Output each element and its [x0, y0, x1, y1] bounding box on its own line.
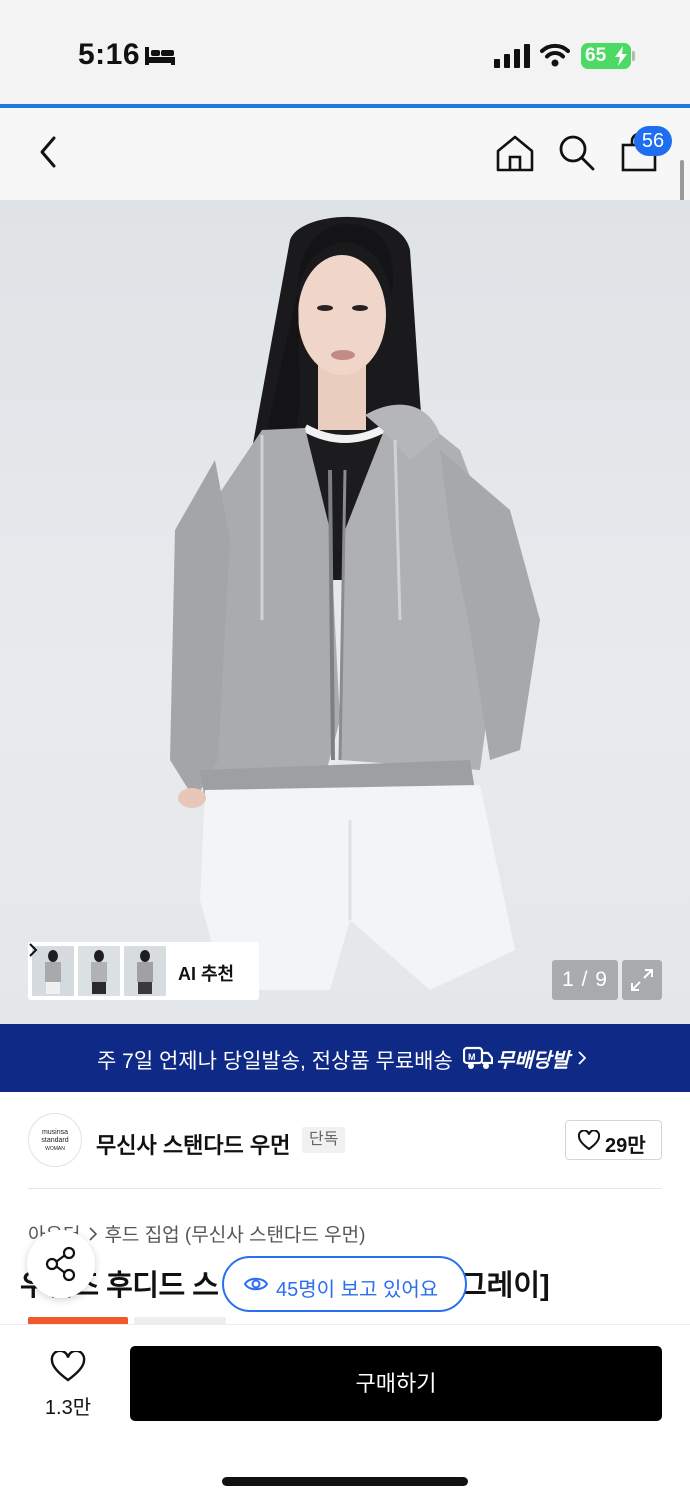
- brand-name[interactable]: 무신사 스탠다드 우먼: [96, 1128, 290, 1160]
- product-gallery[interactable]: AI 추천 1 / 9: [0, 200, 690, 1024]
- wishlist-count: 1.3만: [44, 1397, 92, 1419]
- expand-button[interactable]: [622, 960, 662, 1000]
- search-icon[interactable]: [556, 132, 596, 172]
- cart-count-badge: 56: [634, 126, 672, 156]
- delivery-banner[interactable]: 주 7일 언제나 당일발송, 전상품 무료배송 M 무배당발: [0, 1024, 690, 1092]
- brand-logo-line: standard: [41, 1137, 69, 1144]
- back-arrow-icon[interactable]: [32, 130, 66, 174]
- live-viewers-text: 45명이 보고 있어요: [276, 1279, 439, 1301]
- thumbnail-image: [78, 946, 120, 996]
- delivery-truck-icon: M: [463, 1046, 493, 1069]
- ai-thumbnail-2[interactable]: [78, 946, 120, 996]
- bed-icon: [145, 47, 175, 65]
- bottom-action-bar: 1.3만 구매하기: [0, 1324, 690, 1500]
- banner-text: 주 7일 언제나 당일발송, 전상품 무료배송: [97, 1050, 453, 1073]
- battery-indicator: 65: [581, 43, 631, 69]
- share-icon: [45, 1246, 76, 1282]
- live-viewers-pill: 45명이 보고 있어요: [222, 1256, 467, 1312]
- brand-logo[interactable]: musinsa standard WOMAN: [28, 1113, 82, 1167]
- brand-logo-line: musinsa: [41, 1129, 69, 1136]
- heart-icon: [578, 1130, 600, 1151]
- battery-level: 65: [585, 45, 607, 66]
- ai-thumbnail-3[interactable]: [124, 946, 166, 996]
- chevron-right-icon: [29, 943, 38, 957]
- thumbnail-image: [32, 946, 74, 996]
- buy-button[interactable]: 구매하기: [130, 1346, 662, 1421]
- product-photo: [170, 216, 540, 990]
- wishlist-button[interactable]: 1.3만: [28, 1345, 108, 1425]
- heart-icon: [50, 1351, 86, 1382]
- status-time: 5:16: [78, 38, 141, 71]
- banner-brand: 무배당발: [496, 1050, 570, 1072]
- svg-text:M: M: [468, 1052, 476, 1062]
- breadcrumb-subcategory[interactable]: 후드 집업 (무신사 스탠다드 우먼): [104, 1225, 365, 1246]
- battery-cap: [632, 51, 635, 61]
- exclusive-badge: 단독: [302, 1127, 346, 1153]
- expand-icon: [631, 969, 653, 991]
- ai-recommend-button[interactable]: AI 추천: [28, 942, 259, 1000]
- status-bar: 5:16 65: [0, 0, 690, 106]
- top-nav: 56: [0, 108, 690, 200]
- share-button[interactable]: [27, 1230, 95, 1298]
- eye-icon: [244, 1277, 268, 1291]
- product-title-end: 그레이]: [460, 1270, 550, 1302]
- wifi-icon: [540, 43, 570, 67]
- ai-recommend-label: AI 추천: [178, 964, 235, 984]
- cellular-signal-icon: [494, 44, 530, 68]
- chevron-right-icon: [89, 1227, 98, 1241]
- ai-thumbnail-1[interactable]: [32, 946, 74, 996]
- home-indicator[interactable]: [222, 1477, 468, 1486]
- chevron-right-icon: [578, 1051, 586, 1065]
- brand-like-count: 29만: [605, 1135, 646, 1157]
- charging-bolt-icon: [615, 46, 627, 66]
- divider: [28, 1188, 662, 1189]
- brand-like-button[interactable]: 29만: [565, 1120, 662, 1160]
- thumbnail-image: [124, 946, 166, 996]
- home-icon[interactable]: [494, 132, 536, 174]
- brand-logo-line: WOMAN: [45, 1146, 65, 1152]
- gallery-page-indicator: 1 / 9: [552, 960, 618, 1000]
